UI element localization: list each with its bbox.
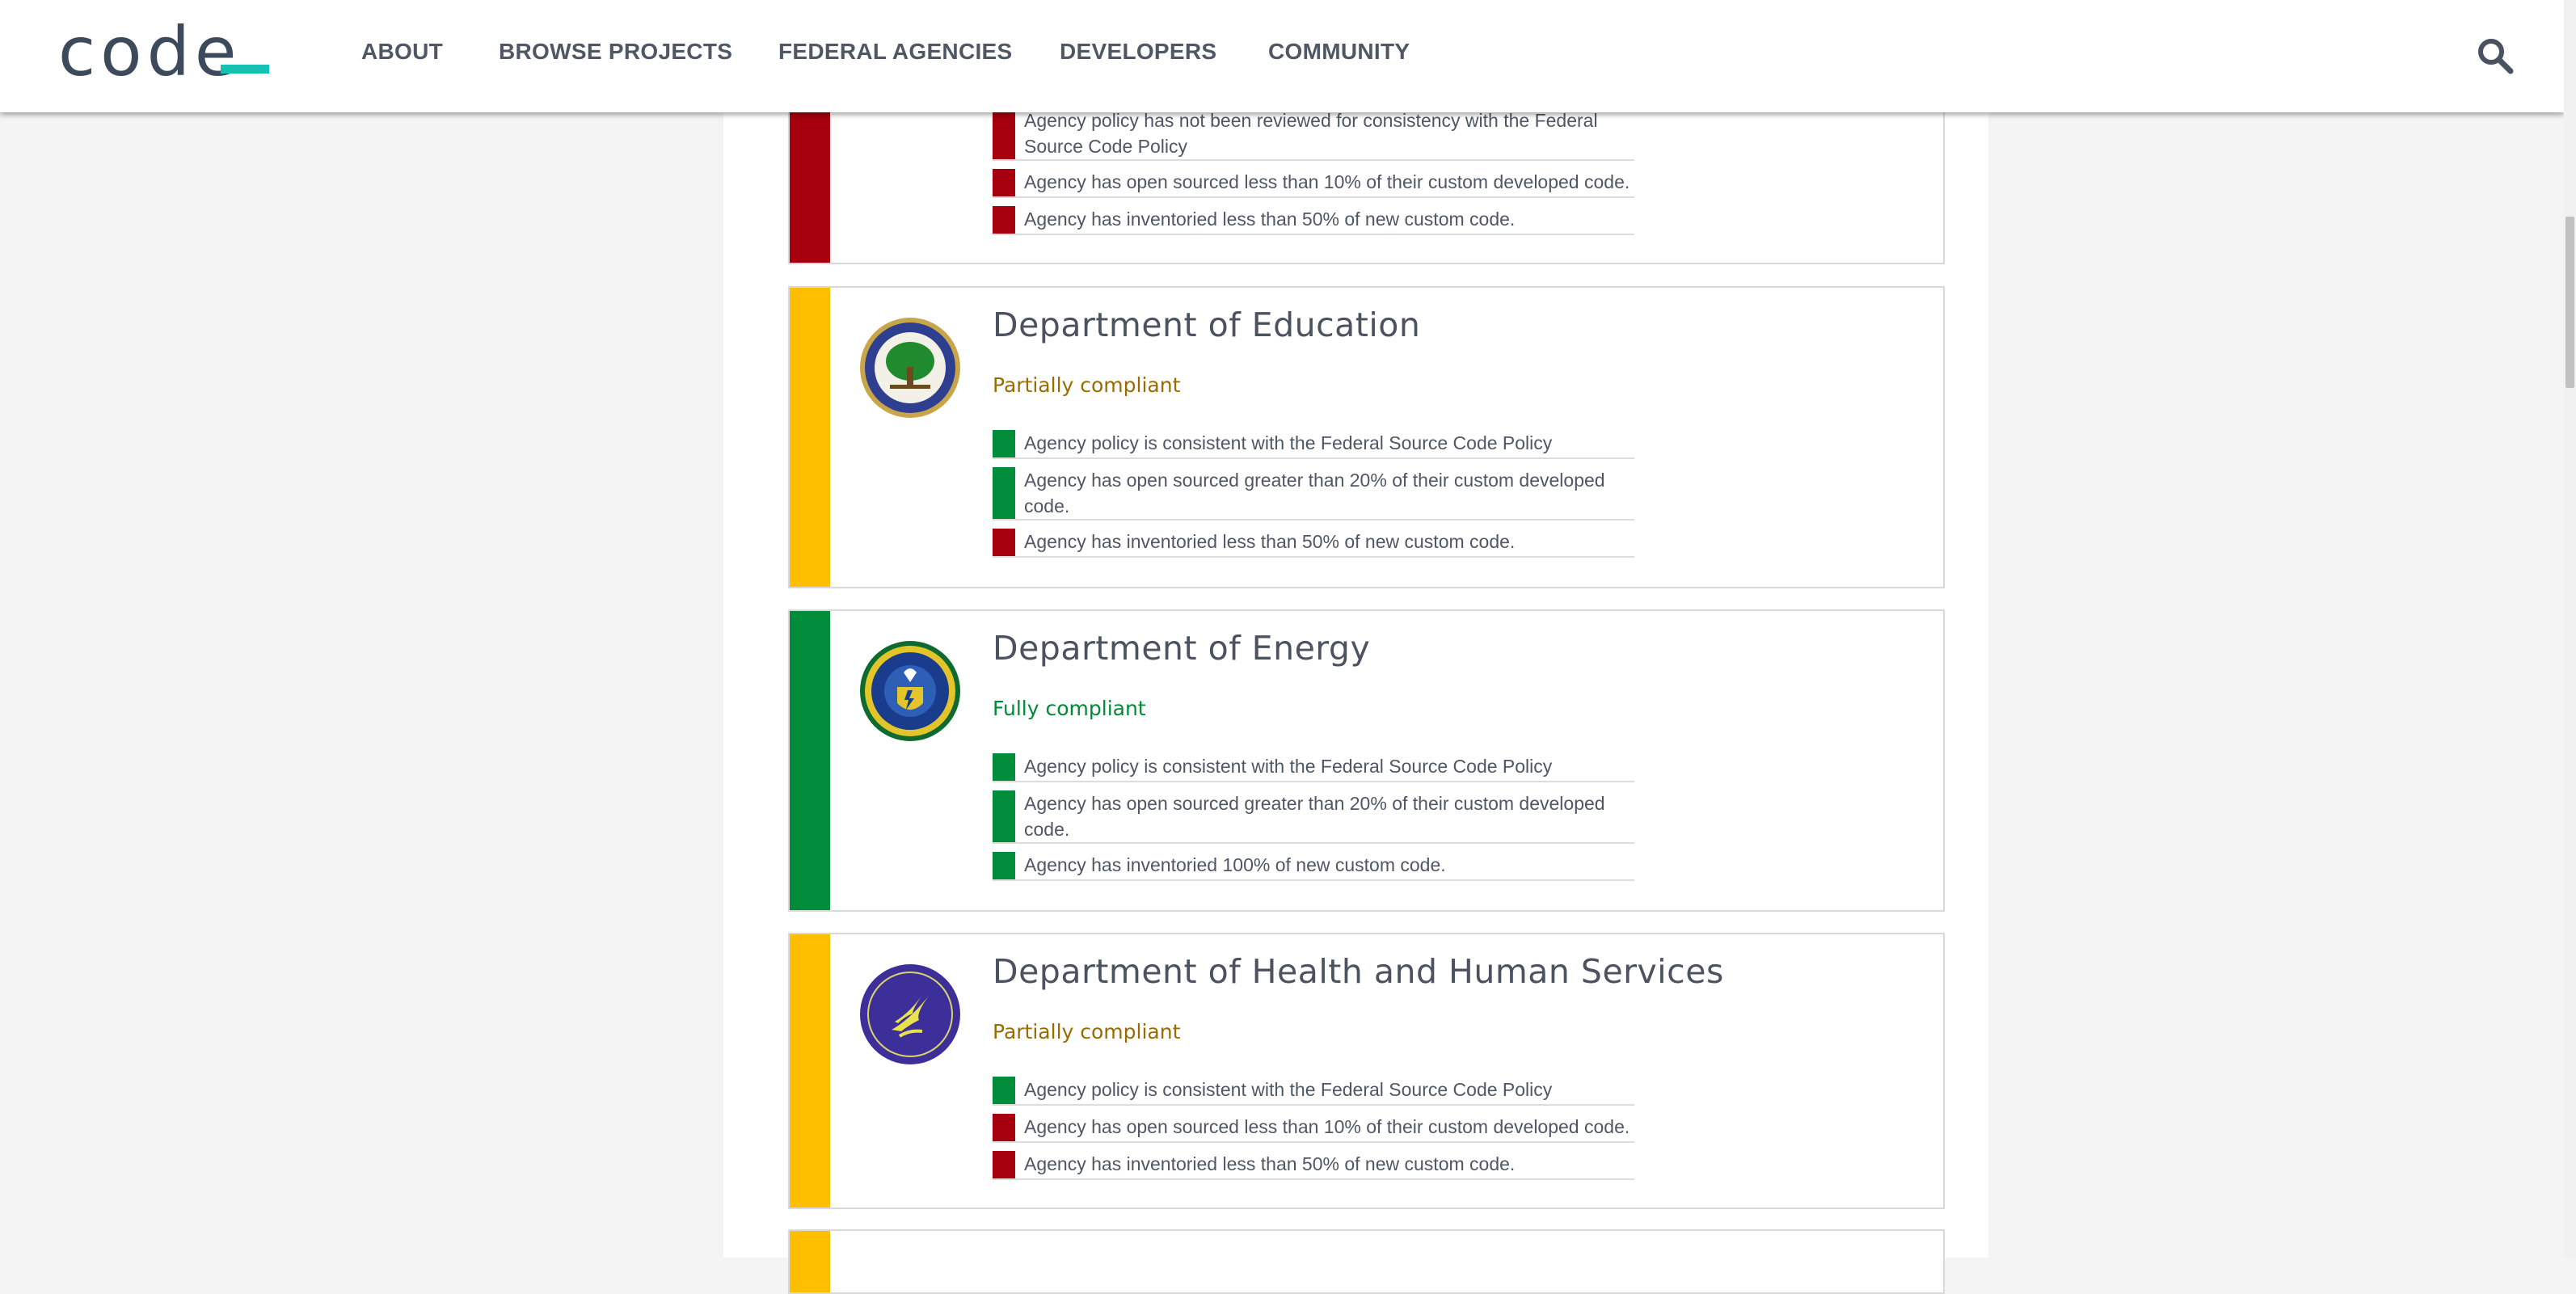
criteria-item: Agency has inventoried less than 50% of … (993, 529, 1634, 558)
agency-card-hhs: Department of Health and Human Services … (788, 933, 1945, 1209)
agency-name[interactable]: Department of Energy (993, 629, 1370, 668)
nav-browse-projects[interactable]: BROWSE PROJECTS (499, 39, 732, 65)
nav-about[interactable]: ABOUT (361, 39, 443, 65)
education-seal-icon (860, 318, 960, 418)
nav-federal-agencies[interactable]: FEDERAL AGENCIES (778, 39, 1013, 65)
scrollbar-thumb[interactable] (2565, 217, 2574, 388)
criteria-item: Agency has open sourced greater than 20%… (993, 467, 1634, 521)
compliance-stripe (790, 611, 830, 910)
energy-seal-icon (860, 641, 960, 741)
criteria-text: Agency policy is consistent with the Fed… (1024, 432, 1553, 453)
status-square (993, 206, 1015, 234)
nav-community[interactable]: COMMUNITY (1268, 39, 1410, 65)
criteria-text: Agency has open sourced greater than 20%… (1024, 793, 1605, 840)
compliance-status: Partially compliant (993, 1020, 1181, 1043)
criteria-item: Agency has inventoried 100% of new custo… (993, 852, 1634, 881)
criteria-item: Agency policy is consistent with the Fed… (993, 753, 1634, 782)
criteria-item: Agency has open sourced less than 10% of… (993, 169, 1634, 198)
criteria-text: Agency policy is consistent with the Fed… (1024, 756, 1553, 777)
agency-name[interactable]: Department of Education (993, 306, 1420, 344)
status-square (993, 753, 1015, 781)
status-square (993, 467, 1015, 519)
status-square (993, 430, 1015, 457)
status-square (993, 1077, 1015, 1104)
criteria-item: Agency has inventoried less than 50% of … (993, 1151, 1634, 1180)
compliance-status: Partially compliant (993, 373, 1181, 397)
criteria-list: Agency policy is consistent with the Fed… (993, 753, 1634, 889)
nav-developers[interactable]: DEVELOPERS (1060, 39, 1216, 65)
compliance-stripe (790, 1231, 830, 1292)
agency-card (788, 1229, 1945, 1294)
agency-card-education: Department of Education Partially compli… (788, 286, 1945, 588)
compliance-stripe (790, 288, 830, 587)
criteria-item: Agency has inventoried less than 50% of … (993, 206, 1634, 235)
criteria-list: Agency policy has not been reviewed for … (993, 107, 1634, 243)
criteria-item: Agency policy is consistent with the Fed… (993, 1077, 1634, 1106)
criteria-text: Agency has inventoried less than 50% of … (1024, 1153, 1516, 1174)
hhs-seal-icon (860, 964, 960, 1064)
criteria-list: Agency policy is consistent with the Fed… (993, 430, 1634, 566)
status-square (993, 1114, 1015, 1141)
agency-name[interactable]: Department of Health and Human Services (993, 952, 1724, 991)
criteria-item: Agency policy is consistent with the Fed… (993, 430, 1634, 459)
status-square (993, 529, 1015, 556)
criteria-text: Agency has open sourced less than 10% of… (1024, 1116, 1630, 1137)
criteria-text: Agency has inventoried less than 50% of … (1024, 209, 1516, 230)
criteria-text: Agency has inventoried less than 50% of … (1024, 531, 1516, 552)
criteria-item: Agency policy has not been reviewed for … (993, 107, 1634, 161)
criteria-text: Agency has open sourced less than 10% of… (1024, 171, 1630, 192)
logo-text: code (58, 12, 242, 91)
criteria-list: Agency policy is consistent with the Fed… (993, 1077, 1634, 1188)
criteria-text: Agency policy is consistent with the Fed… (1024, 1079, 1553, 1100)
criteria-text: Agency policy has not been reviewed for … (1024, 110, 1598, 157)
status-square (993, 107, 1015, 159)
criteria-text: Agency has open sourced greater than 20%… (1024, 470, 1605, 516)
status-square (993, 790, 1015, 842)
site-logo[interactable]: code (58, 11, 242, 92)
status-square (993, 852, 1015, 879)
criteria-text: Agency has inventoried 100% of new custo… (1024, 854, 1446, 875)
scrollbar-track[interactable] (2564, 0, 2576, 1258)
agency-card-energy: Department of Energy Fully compliant Age… (788, 609, 1945, 912)
logo-underscore (221, 65, 269, 74)
site-header: code ABOUT BROWSE PROJECTS FEDERAL AGENC… (0, 0, 2564, 112)
search-icon[interactable] (2477, 37, 2514, 74)
criteria-item: Agency has open sourced less than 10% of… (993, 1114, 1634, 1143)
criteria-item: Agency has open sourced greater than 20%… (993, 790, 1634, 844)
compliance-stripe (790, 934, 830, 1208)
status-square (993, 169, 1015, 196)
status-square (993, 1151, 1015, 1178)
compliance-status: Fully compliant (993, 697, 1146, 720)
